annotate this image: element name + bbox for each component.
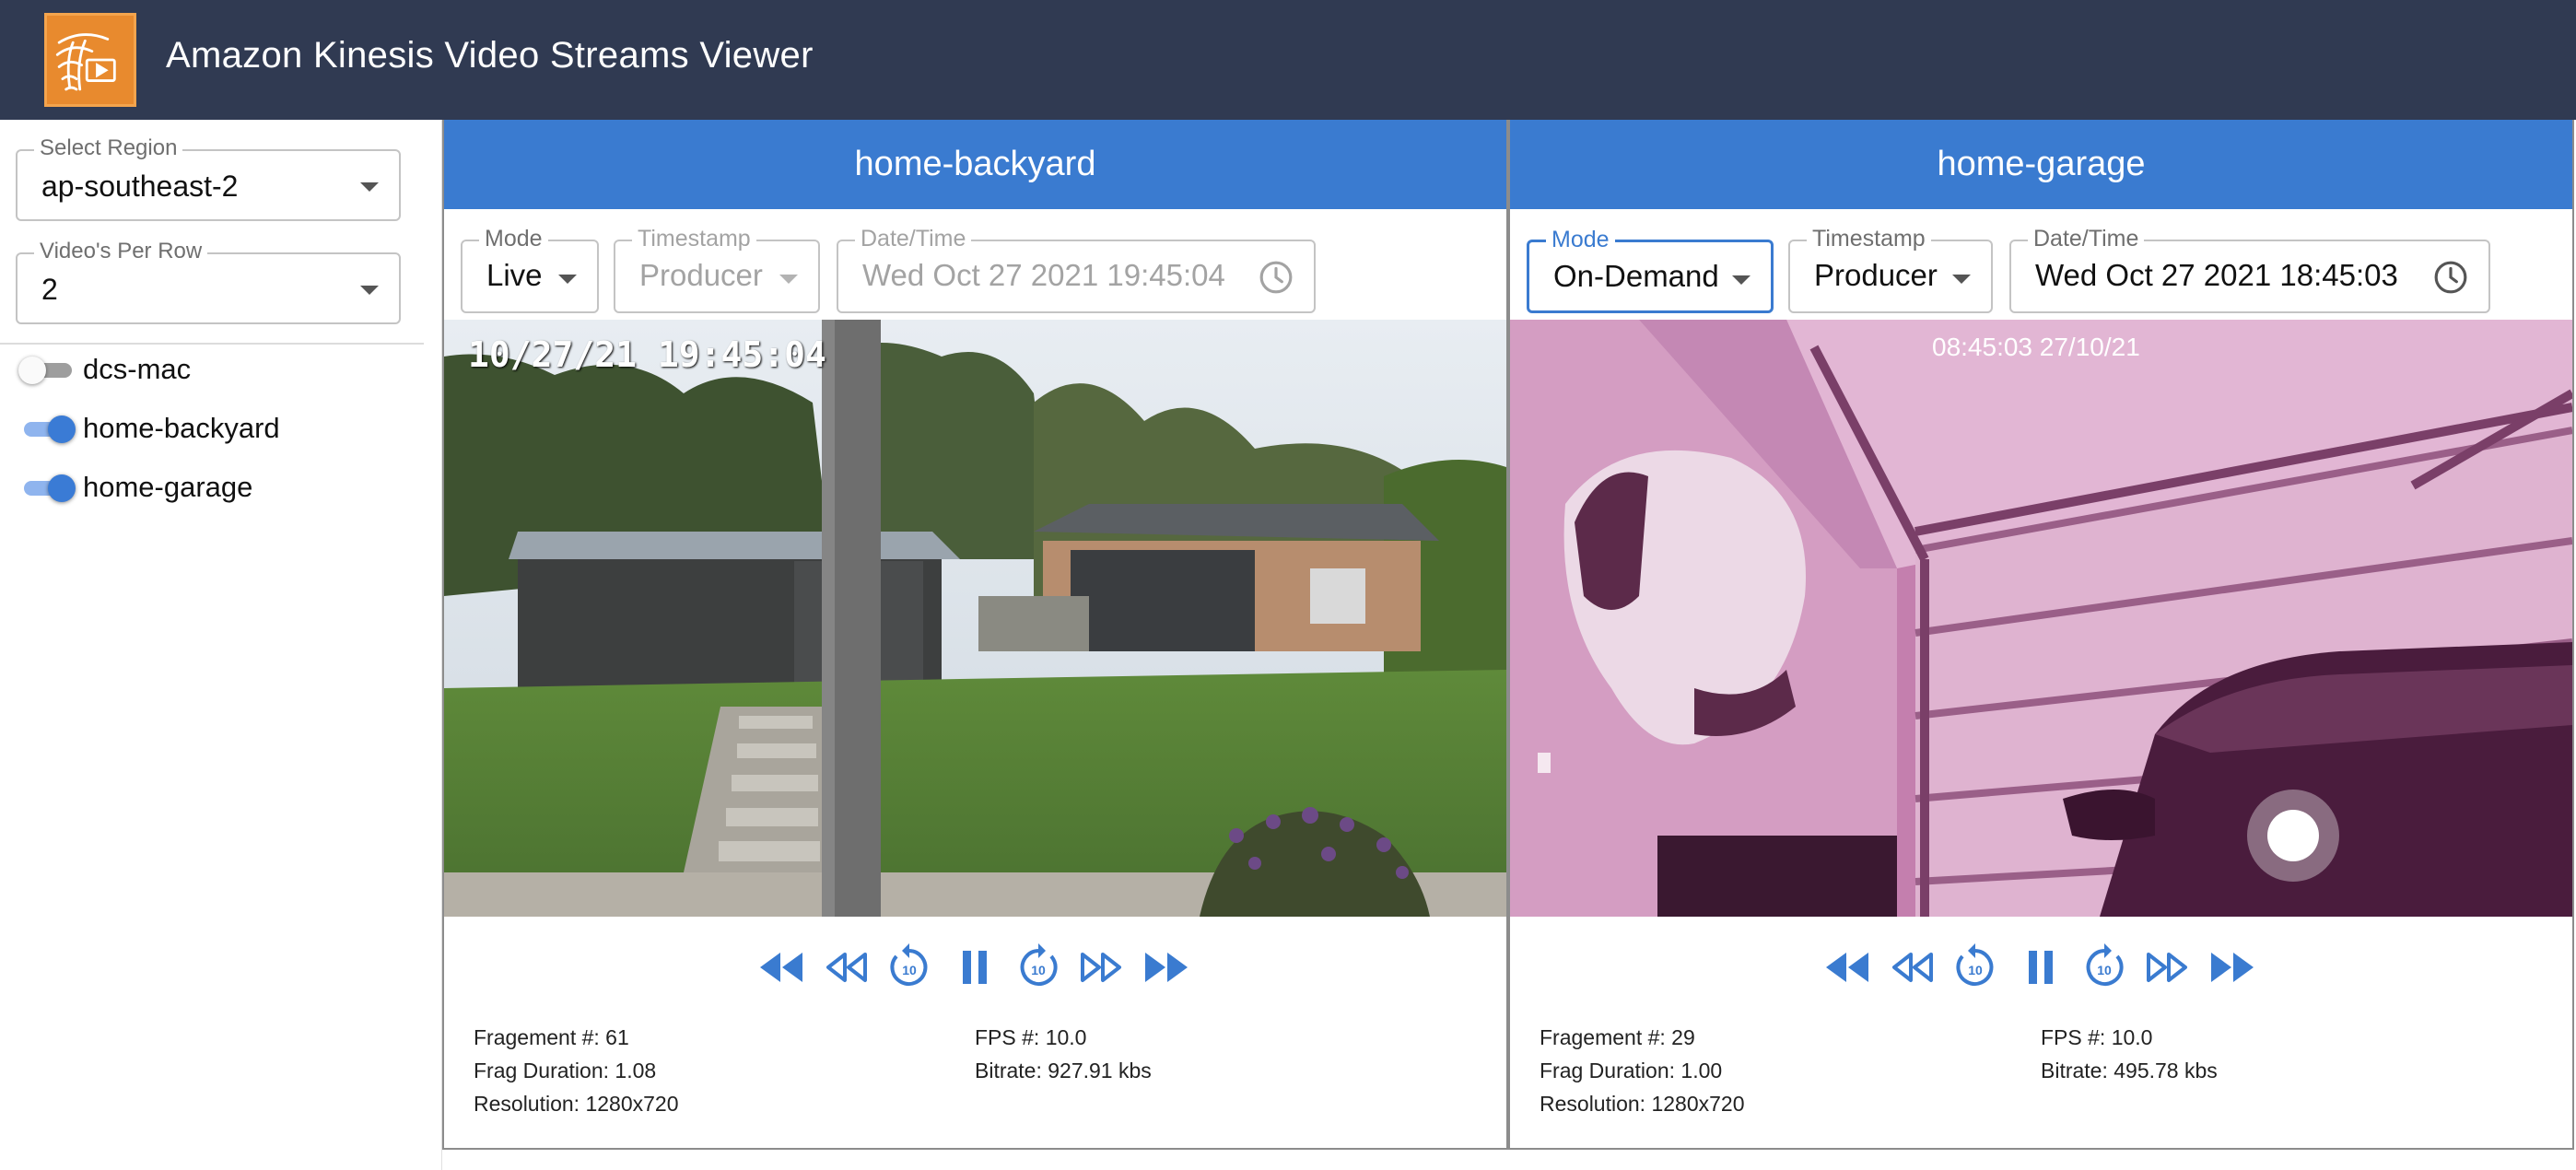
fast-forward-icon[interactable] [1075, 930, 1130, 1004]
app-header: Amazon Kinesis Video Streams Viewer [0, 0, 2576, 120]
stream-toggle-home-garage[interactable]: home-garage [20, 465, 426, 509]
timestamp-select[interactable]: Timestamp Producer [1788, 226, 1993, 313]
fps: FPS #: 10.0 [2041, 1025, 2153, 1049]
stats-right: FPS #: 10.0 Bitrate: 927.91 kbs [975, 1021, 1152, 1087]
panel-title: home-backyard [444, 120, 1506, 209]
toggle-switch[interactable] [20, 415, 76, 443]
frag-duration: Frag Duration: 1.00 [1540, 1059, 1723, 1082]
datetime-value: Wed Oct 27 2021 18:45:03 [2035, 258, 2398, 292]
datetime-label: Date/Time [2028, 226, 2145, 252]
chevron-down-icon [779, 275, 798, 284]
video-player[interactable]: 08:45:03 27/10/21 [1510, 320, 2572, 917]
forward-10-icon[interactable]: 10 [1011, 930, 1066, 1004]
fps: FPS #: 10.0 [975, 1025, 1087, 1049]
videos-per-row-value: 2 [41, 273, 58, 306]
playback-controls: 10 10 [753, 930, 1195, 1004]
mode-label: Mode [1546, 227, 1615, 253]
seek-end-icon[interactable] [1140, 930, 1195, 1004]
stream-toggle-label: home-garage [83, 471, 253, 503]
mode-value: On-Demand [1553, 259, 1719, 293]
svg-text:10: 10 [1031, 963, 1046, 977]
timestamp-label: Timestamp [1807, 226, 1931, 252]
video-player[interactable]: 10/27/21 19:45:04 [444, 320, 1506, 917]
datetime-input[interactable]: Date/Time Wed Oct 27 2021 19:45:04 [837, 226, 1316, 313]
stats-right: FPS #: 10.0 Bitrate: 495.78 kbs [2041, 1021, 2218, 1087]
stream-toggle-label: dcs-mac [83, 353, 192, 385]
svg-text:10: 10 [902, 963, 917, 977]
svg-text:10: 10 [1968, 963, 1983, 977]
fragment-number: Fragement #: 29 [1540, 1025, 1695, 1049]
chevron-down-icon [1952, 275, 1971, 284]
chevron-down-icon [360, 182, 379, 192]
playback-controls: 10 10 [1819, 930, 2261, 1004]
pause-icon[interactable] [946, 930, 1001, 1004]
bitrate: Bitrate: 927.91 kbs [975, 1059, 1152, 1082]
video-panel-home-backyard: home-backyard Mode Live Timestamp Produc… [442, 120, 1508, 1150]
chevron-down-icon [360, 286, 379, 295]
toggle-switch[interactable] [18, 357, 76, 384]
mode-label: Mode [479, 226, 548, 252]
pause-icon[interactable] [2012, 930, 2067, 1004]
fast-forward-icon[interactable] [2141, 930, 2196, 1004]
app-title: Amazon Kinesis Video Streams Viewer [166, 35, 814, 76]
seek-start-icon[interactable] [1819, 930, 1874, 1004]
chevron-down-icon [558, 275, 577, 284]
timestamp-label: Timestamp [632, 226, 756, 252]
seek-end-icon[interactable] [2206, 930, 2261, 1004]
clock-icon[interactable] [2433, 260, 2468, 295]
sidebar: Select Region ap-southeast-2 Video's Per… [0, 120, 442, 1170]
seek-start-icon[interactable] [753, 930, 808, 1004]
resolution: Resolution: 1280x720 [1540, 1092, 1745, 1116]
video-frame [444, 320, 1506, 917]
stream-toggle-home-backyard[interactable]: home-backyard [20, 406, 426, 450]
timestamp-select[interactable]: Timestamp Producer [614, 226, 820, 313]
datetime-value: Wed Oct 27 2021 19:45:04 [862, 258, 1225, 292]
panel-title: home-garage [1510, 120, 2572, 209]
region-select[interactable]: Select Region ap-southeast-2 [16, 135, 401, 221]
videos-per-row-select[interactable]: Video's Per Row 2 [16, 239, 401, 324]
mode-value: Live [486, 258, 543, 292]
timestamp-value: Producer [1814, 258, 1938, 292]
svg-text:10: 10 [2097, 963, 2112, 977]
region-select-label: Select Region [34, 135, 183, 161]
chevron-down-icon [1732, 275, 1751, 285]
mode-select[interactable]: Mode Live [461, 226, 599, 313]
video-frame [1510, 320, 2572, 917]
fragment-number: Fragement #: 61 [474, 1025, 629, 1049]
video-timestamp-overlay: 08:45:03 27/10/21 [1932, 333, 2140, 361]
stats-left: Fragement #: 29 Frag Duration: 1.00 Reso… [1540, 1021, 1745, 1120]
sidebar-divider [0, 343, 424, 345]
videos-per-row-label: Video's Per Row [34, 239, 208, 264]
video-timestamp-overlay: 10/27/21 19:45:04 [468, 334, 826, 375]
replay-10-icon[interactable]: 10 [882, 930, 937, 1004]
kinesis-video-logo [44, 13, 136, 107]
video-panel-home-garage: home-garage Mode On-Demand Timestamp Pro… [1508, 120, 2574, 1150]
clock-icon[interactable] [1259, 260, 1294, 295]
stats-left: Fragement #: 61 Frag Duration: 1.08 Reso… [474, 1021, 679, 1120]
resolution: Resolution: 1280x720 [474, 1092, 679, 1116]
forward-10-icon[interactable]: 10 [2077, 930, 2132, 1004]
bitrate: Bitrate: 495.78 kbs [2041, 1059, 2218, 1082]
region-select-value: ap-southeast-2 [41, 170, 239, 203]
replay-10-icon[interactable]: 10 [1948, 930, 2003, 1004]
mode-select[interactable]: Mode On-Demand [1527, 227, 1774, 313]
fast-rewind-icon[interactable] [1883, 930, 1938, 1004]
datetime-input[interactable]: Date/Time Wed Oct 27 2021 18:45:03 [2009, 226, 2490, 313]
frag-duration: Frag Duration: 1.08 [474, 1059, 657, 1082]
stream-toggle-dcs-mac[interactable]: dcs-mac [18, 347, 426, 392]
fast-rewind-icon[interactable] [817, 930, 872, 1004]
toggle-switch[interactable] [20, 474, 76, 502]
stream-toggle-label: home-backyard [83, 412, 280, 444]
timestamp-value: Producer [639, 258, 763, 292]
datetime-label: Date/Time [855, 226, 972, 252]
